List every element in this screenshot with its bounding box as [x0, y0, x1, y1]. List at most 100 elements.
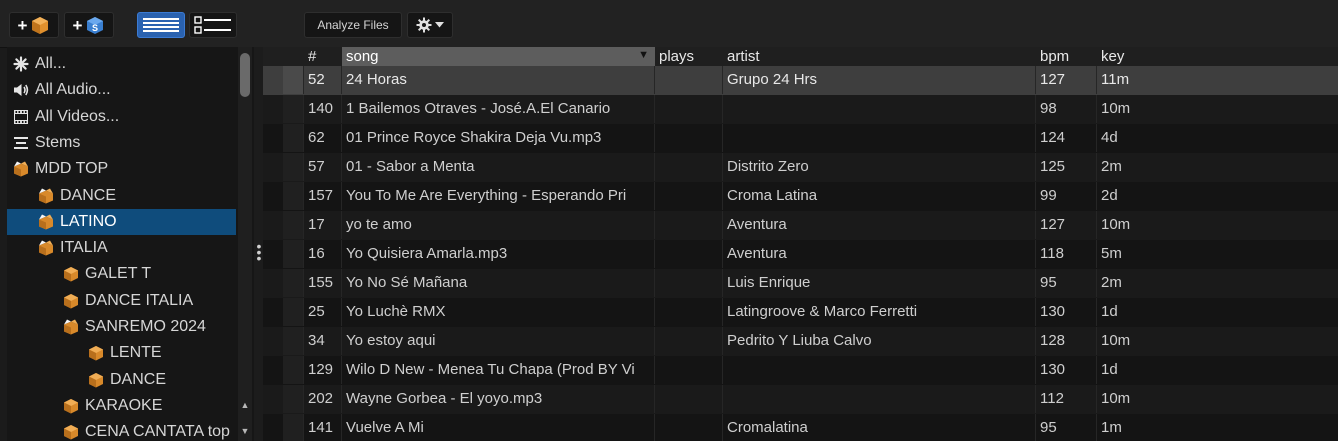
- table-row[interactable]: 155 Yo No Sé Mañana Luis Enrique 95 2m: [263, 269, 1338, 298]
- row-handle[interactable]: [283, 240, 304, 268]
- row-handle[interactable]: [283, 414, 304, 441]
- row-handle[interactable]: [283, 124, 304, 152]
- column-header-bpm[interactable]: bpm: [1036, 47, 1097, 66]
- list-view-button[interactable]: [137, 12, 185, 38]
- tree-item-italia[interactable]: ITALIA: [7, 235, 236, 261]
- cell-key: 10m: [1101, 332, 1131, 349]
- row-handle[interactable]: [283, 385, 304, 413]
- row-handle[interactable]: [283, 356, 304, 384]
- cell-key: 2m: [1101, 274, 1122, 291]
- column-header-number[interactable]: #: [304, 47, 342, 66]
- detail-view-button[interactable]: [189, 12, 237, 38]
- tree-item-dance[interactable]: DANCE: [7, 183, 236, 209]
- cell-bpm: 127: [1036, 211, 1097, 239]
- row-handle[interactable]: [283, 153, 304, 181]
- cell-number: 202: [304, 385, 342, 413]
- detail-list-icon: [194, 16, 231, 34]
- cell-bpm: 98: [1036, 95, 1097, 123]
- folder-icon: [63, 398, 79, 414]
- row-handle[interactable]: [283, 298, 304, 326]
- table-row[interactable]: 25 Yo Luchè RMX Latingroove & Marco Ferret…: [263, 298, 1338, 327]
- cell-plays: [655, 182, 723, 210]
- cell-artist: [723, 95, 1036, 123]
- tree-item-lente[interactable]: LENTE: [7, 340, 236, 366]
- tree-item-label: All Videos...: [35, 107, 120, 125]
- sidebar-scrollbar[interactable]: ▲ ▼: [238, 47, 252, 441]
- tree-item-mdd-top[interactable]: MDD TOP: [7, 156, 236, 182]
- cell-key: 1d: [1101, 303, 1118, 320]
- sort-descending-icon: ▼: [638, 49, 649, 61]
- tree-item-all-videos[interactable]: All Videos...: [7, 104, 236, 130]
- tree-item-dance[interactable]: DANCE: [7, 367, 236, 393]
- column-header-song[interactable]: song ▼: [342, 47, 655, 66]
- add-folder-button[interactable]: +: [9, 12, 59, 38]
- folder-icon: [88, 345, 104, 361]
- cell-song: 01 Prince Royce Shakira Deja Vu.mp3: [342, 124, 655, 152]
- analyze-files-button[interactable]: Analyze Files: [304, 12, 402, 38]
- cell-artist: Aventura: [723, 211, 1036, 239]
- cell-plays: [655, 385, 723, 413]
- plus-icon: +: [17, 15, 28, 35]
- table-row[interactable]: 52 24 Horas Grupo 24 Hrs 127 11m: [263, 66, 1338, 95]
- settings-menu-button[interactable]: [407, 12, 453, 38]
- add-stem-folder-button[interactable]: + S: [64, 12, 114, 38]
- cell-plays: [655, 66, 723, 94]
- film-icon: [13, 109, 29, 125]
- table-row[interactable]: 129 Wilo D New - Menea Tu Chapa (Prod BY …: [263, 356, 1338, 385]
- scrollbar-thumb[interactable]: [240, 53, 250, 97]
- cell-bpm: 124: [1036, 124, 1097, 152]
- tree-item-dance-italia[interactable]: DANCE ITALIA: [7, 288, 236, 314]
- table-row[interactable]: 157 You To Me Are Everything - Esperando …: [263, 182, 1338, 211]
- tree-item-stems[interactable]: Stems: [7, 130, 236, 156]
- folder-tree-sidebar: All... All Audio... All Videos... Stems MDD …: [7, 47, 254, 441]
- table-row[interactable]: 17 yo te amo Aventura 127 10m: [263, 211, 1338, 240]
- row-handle[interactable]: [283, 95, 304, 123]
- column-header-key[interactable]: key: [1097, 47, 1338, 66]
- scroll-down-arrow-icon[interactable]: ▼: [240, 425, 250, 437]
- stem-badge: S: [92, 23, 98, 33]
- column-header-plays[interactable]: plays: [655, 47, 723, 66]
- cell-number: 62: [304, 124, 342, 152]
- cell-number: 34: [304, 327, 342, 355]
- table-row[interactable]: 140 1 Bailemos Otraves - José.A.El Canari…: [263, 95, 1338, 124]
- table-row[interactable]: 16 Yo Quisiera Amarla.mp3 Aventura 118 5m: [263, 240, 1338, 269]
- panel-splitter[interactable]: • • •: [254, 47, 263, 441]
- cell-key: 10m: [1101, 390, 1131, 407]
- splitter-grip-icon[interactable]: • • •: [256, 239, 262, 265]
- row-handle[interactable]: [283, 182, 304, 210]
- cell-bpm: 130: [1036, 356, 1097, 384]
- tree-item-latino[interactable]: LATINO: [7, 208, 236, 235]
- tree-item-cena-cantata-top[interactable]: CENA CANTATA top: [7, 419, 236, 441]
- scroll-up-arrow-icon[interactable]: ▲: [240, 399, 250, 411]
- cell-number: 17: [304, 211, 342, 239]
- column-header-artist[interactable]: artist: [723, 47, 1036, 66]
- tree-item-karaoke[interactable]: KARAOKE: [7, 393, 236, 419]
- tree-item-label: KARAOKE: [85, 396, 163, 414]
- header-handle: [283, 47, 304, 66]
- table-row[interactable]: 202 Wayne Gorbea - El yoyo.mp3 112 10m: [263, 385, 1338, 414]
- tree-item-label: LENTE: [110, 344, 162, 362]
- tree-item-sanremo-2024[interactable]: SANREMO 2024: [7, 314, 236, 340]
- row-handle[interactable]: [283, 211, 304, 239]
- tree-item-all[interactable]: All...: [7, 51, 236, 77]
- folder-open-icon: [38, 240, 54, 256]
- cell-number: 16: [304, 240, 342, 268]
- speaker-icon: [13, 82, 29, 98]
- tree-item-all-audio[interactable]: All Audio...: [7, 77, 236, 103]
- table-row[interactable]: 57 01 - Sabor a Menta Distrito Zero 125 2m: [263, 153, 1338, 182]
- table-row[interactable]: 141 Vuelve A Mi Cromalatina 95 1m: [263, 414, 1338, 441]
- cell-plays: [655, 298, 723, 326]
- cell-number: 157: [304, 182, 342, 210]
- row-handle[interactable]: [283, 66, 304, 94]
- cell-key: 1m: [1101, 419, 1122, 436]
- folder-icon: [63, 266, 79, 282]
- cell-bpm: 128: [1036, 327, 1097, 355]
- cell-plays: [655, 356, 723, 384]
- table-row[interactable]: 34 Yo estoy aqui Pedrito Y Liuba Calvo 128 1…: [263, 327, 1338, 356]
- row-handle[interactable]: [283, 327, 304, 355]
- table-row[interactable]: 62 01 Prince Royce Shakira Deja Vu.mp3 124…: [263, 124, 1338, 153]
- folder-open-icon: [38, 188, 54, 204]
- tree-item-galet-t[interactable]: GALET T: [7, 261, 236, 287]
- row-handle[interactable]: [283, 269, 304, 297]
- column-header-song-label: song: [346, 48, 379, 65]
